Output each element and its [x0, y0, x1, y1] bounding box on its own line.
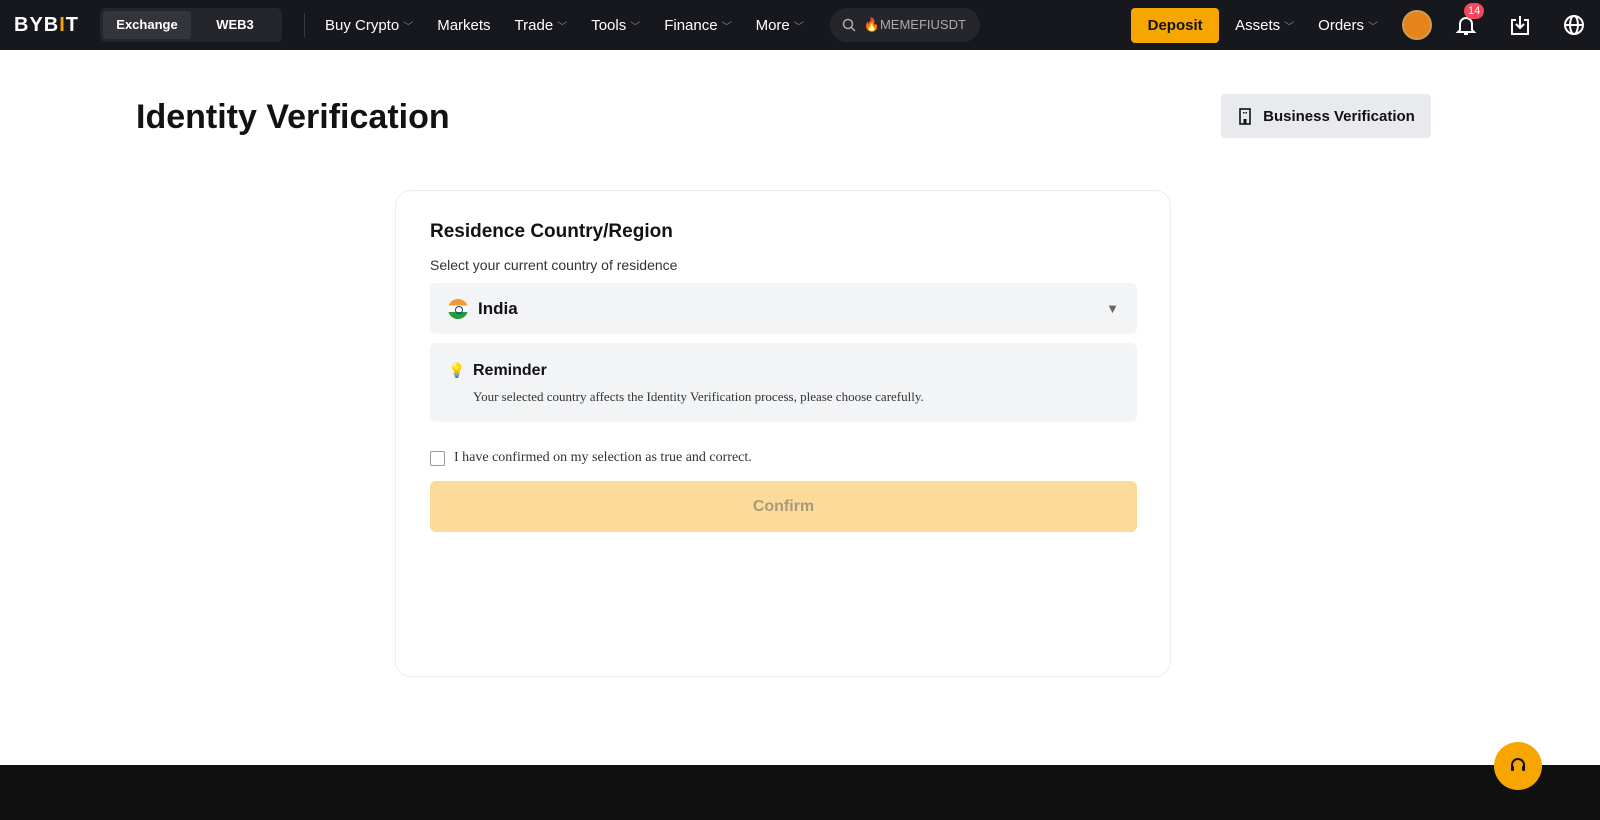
reminder-text: Your selected country affects the Identi…: [473, 389, 924, 404]
menu-orders[interactable]: Orders ﹀: [1318, 17, 1378, 34]
chevron-down-icon: ﹀: [403, 21, 414, 33]
download-button[interactable]: [1508, 13, 1532, 37]
chevron-down-icon: ﹀: [630, 21, 641, 33]
residence-card: Residence Country/Region Select your cur…: [395, 190, 1171, 677]
deposit-button[interactable]: Deposit: [1131, 7, 1220, 43]
menu-label: Finance: [664, 16, 718, 34]
language-button[interactable]: [1562, 13, 1586, 37]
confirm-checkbox[interactable]: [430, 450, 445, 466]
reminder-title: Reminder: [473, 362, 547, 379]
menu-tools[interactable]: Tools ﹀: [591, 17, 640, 34]
menu-label: Orders: [1318, 16, 1364, 34]
avatar[interactable]: [1402, 10, 1432, 40]
search-placeholder: MEMEFIUSDT: [879, 17, 966, 32]
menu-label: More: [755, 16, 790, 34]
menu-finance[interactable]: Finance ﹀: [664, 17, 731, 34]
fire-icon: 🔥: [863, 17, 880, 32]
divider: [304, 13, 305, 37]
menu-label: Tools: [591, 16, 627, 34]
top-nav: BYBIT Exchange WEB3 Buy Crypto ﹀ Markets …: [0, 0, 1600, 50]
menu-label: Trade: [514, 16, 554, 34]
tab-web3[interactable]: WEB3: [191, 11, 279, 39]
search-input[interactable]: 🔥MEMEFIUSDT: [829, 8, 980, 42]
mode-switch: Exchange WEB3: [100, 8, 282, 42]
globe-icon: [1564, 15, 1584, 35]
chevron-down-icon: ﹀: [793, 21, 804, 33]
reminder-box: 💡 Reminder Your selected country affects…: [430, 343, 1137, 422]
tab-exchange[interactable]: Exchange: [103, 11, 191, 39]
search-icon: [842, 18, 856, 32]
notification-badge: 14: [1464, 3, 1485, 19]
bybit-logo[interactable]: BYBIT: [14, 14, 84, 37]
lightbulb-icon: 💡: [448, 362, 466, 378]
chevron-down-icon: ﹀: [721, 21, 732, 33]
support-chat-button[interactable]: [1494, 742, 1542, 790]
india-flag-icon: [448, 298, 468, 319]
checkbox-label: I have confirmed on my selection as true…: [454, 450, 752, 465]
download-icon: [1511, 16, 1529, 35]
notifications-button[interactable]: 14: [1454, 3, 1485, 37]
footer: [0, 765, 1600, 820]
card-subtitle: Select your current country of residence: [430, 257, 678, 273]
card-title: Residence Country/Region: [430, 221, 673, 242]
menu-more[interactable]: More ﹀: [756, 17, 804, 34]
caret-down-icon: ▼: [1106, 301, 1119, 316]
headset-icon: [1511, 758, 1525, 771]
menu-assets[interactable]: Assets ﹀: [1235, 17, 1294, 34]
menu-buy-crypto[interactable]: Buy Crypto ﹀: [325, 17, 413, 34]
menu-label: Assets: [1235, 16, 1281, 34]
chevron-down-icon: ﹀: [557, 21, 568, 33]
menu-label: Buy Crypto: [325, 16, 400, 34]
chevron-down-icon: ﹀: [1368, 21, 1378, 33]
country-select[interactable]: India ▼: [430, 283, 1137, 334]
chevron-down-icon: ﹀: [1284, 21, 1295, 33]
menu-markets[interactable]: Markets: [437, 17, 490, 34]
confirm-button[interactable]: Confirm: [430, 481, 1137, 532]
menu-trade[interactable]: Trade ﹀: [515, 17, 568, 34]
building-icon: [1239, 108, 1251, 125]
button-label: Business Verification: [1263, 107, 1415, 125]
confirm-checkbox-row[interactable]: I have confirmed on my selection as true…: [430, 450, 752, 466]
selected-country: India: [478, 298, 518, 318]
business-verification-button[interactable]: Business Verification: [1221, 94, 1431, 138]
page-title: Identity Verification: [136, 98, 450, 136]
